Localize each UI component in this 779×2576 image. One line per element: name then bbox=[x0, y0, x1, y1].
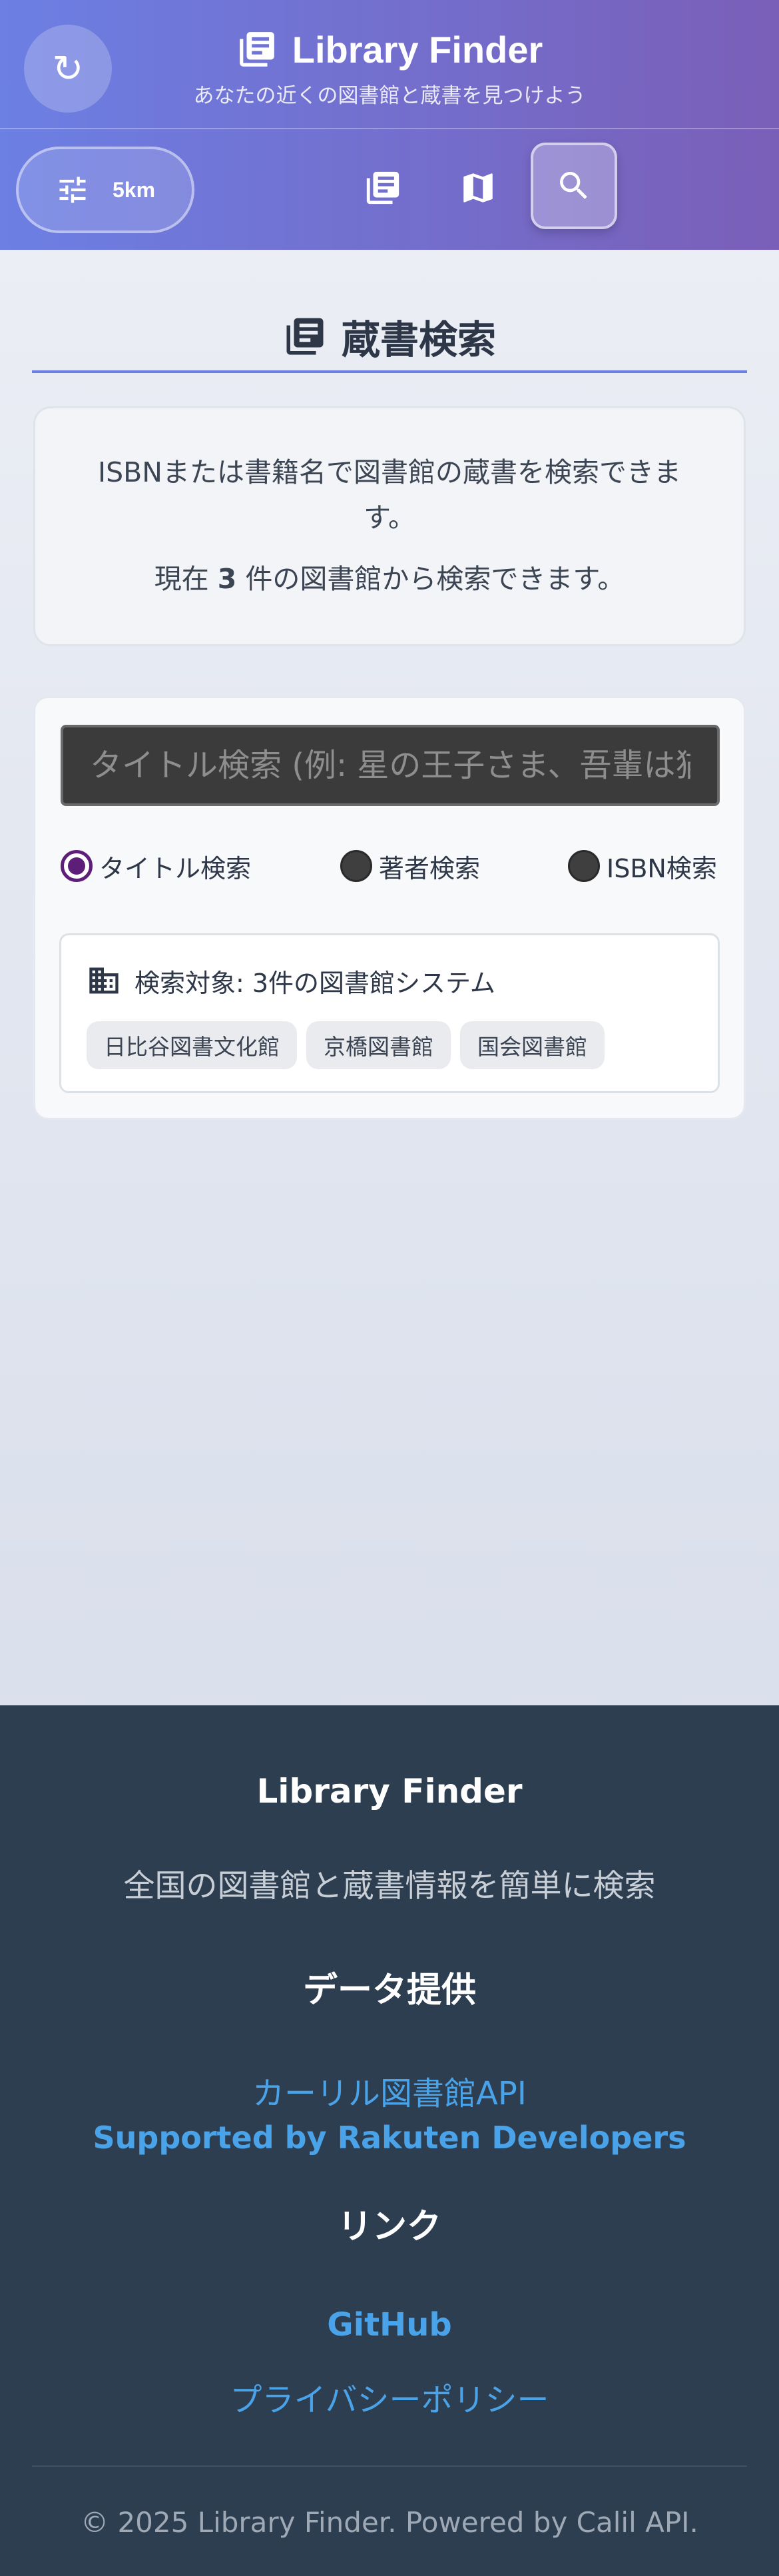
radio-button[interactable] bbox=[340, 850, 372, 882]
library-chip-list: 日比谷図書文化館 京橋図書館 国会図書館 bbox=[87, 1021, 605, 1069]
search-target-label: 検索対象: 3件の図書館システム bbox=[134, 968, 495, 998]
radio-title-search[interactable]: タイトル検索 bbox=[61, 846, 251, 886]
radio-label: タイトル検索 bbox=[99, 853, 252, 883]
info-count-text: 現在 3 件の図書館から検索できます。 bbox=[75, 556, 704, 602]
library-count: 3 bbox=[217, 563, 237, 595]
radio-author-search[interactable]: 著者検索 bbox=[340, 846, 480, 886]
book-stack-icon bbox=[286, 318, 324, 355]
library-icon bbox=[366, 171, 399, 205]
book-stack-icon bbox=[239, 32, 274, 67]
footer-data-heading: データ提供 bbox=[302, 1970, 476, 2010]
section-divider bbox=[32, 370, 747, 373]
radio-label: ISBN検索 bbox=[607, 853, 717, 883]
range-label: 5km bbox=[112, 177, 156, 202]
footer-description: 全国の図書館と蔵書情報を簡単に検索 bbox=[123, 1868, 656, 1905]
library-chip[interactable]: 京橋図書館 bbox=[306, 1021, 451, 1069]
search-target-box: 検索対象: 3件の図書館システム 日比谷図書文化館 京橋図書館 国会図書館 bbox=[59, 933, 720, 1093]
search-input[interactable] bbox=[61, 725, 720, 806]
rakuten-link[interactable]: Supported by Rakuten Developers bbox=[0, 2120, 779, 2156]
search-type-radio-group: タイトル検索 著者検索 ISBN検索 bbox=[61, 846, 726, 886]
privacy-policy-link[interactable]: プライバシーポリシー bbox=[0, 2373, 779, 2420]
footer-title: Library Finder bbox=[256, 1772, 523, 1811]
sliders-icon bbox=[59, 177, 86, 203]
search-target-header: 検索対象: 3件の図書館システム bbox=[87, 961, 495, 1001]
github-link[interactable]: GitHub bbox=[0, 2306, 779, 2344]
map-icon bbox=[463, 173, 493, 203]
section-title-text: 蔵書検索 bbox=[341, 317, 496, 362]
footer-links-heading: リンク bbox=[337, 2207, 441, 2247]
range-filter-button[interactable]: 5km bbox=[16, 147, 194, 233]
calil-api-link[interactable]: カーリル図書館API bbox=[0, 2067, 779, 2114]
info-suffix: 件の図書館から検索できます。 bbox=[236, 563, 625, 595]
library-chip[interactable]: 日比谷図書文化館 bbox=[87, 1021, 297, 1069]
app-subtitle: あなたの近くの図書館と蔵書を見つけよう bbox=[193, 84, 586, 108]
library-chip[interactable]: 国会図書館 bbox=[460, 1021, 605, 1069]
building-icon bbox=[89, 967, 119, 994]
brand: Library Finder bbox=[0, 23, 779, 76]
app-header: ↻ Library Finder あなたの近くの図書館と蔵書を見つけよう 5km bbox=[0, 0, 779, 250]
toolbar: 5km bbox=[0, 129, 779, 250]
map-view-button[interactable] bbox=[445, 155, 511, 221]
section-title: 蔵書検索 bbox=[32, 300, 747, 373]
radio-isbn-search[interactable]: ISBN検索 bbox=[568, 846, 717, 886]
radio-label: 著者検索 bbox=[379, 853, 481, 883]
header-top: ↻ Library Finder あなたの近くの図書館と蔵書を見つけよう bbox=[0, 0, 779, 128]
search-tab-button[interactable] bbox=[531, 143, 617, 229]
radio-button-checked[interactable] bbox=[61, 850, 93, 882]
search-card: タイトル検索 著者検索 ISBN検索 検索対象: 3件の図書館システム 日比谷図… bbox=[33, 696, 746, 1120]
footer: Library Finder 全国の図書館と蔵書情報を簡単に検索 データ提供 カ… bbox=[0, 1705, 779, 2576]
app-title: Library Finder bbox=[292, 28, 543, 71]
info-card: ISBNまたは書籍名で図書館の蔵書を検索できます。 現在 3 件の図書館から検索… bbox=[33, 406, 746, 646]
search-icon bbox=[560, 172, 587, 199]
library-list-button[interactable] bbox=[350, 155, 416, 221]
footer-divider bbox=[32, 2465, 747, 2467]
info-prefix: 現在 bbox=[154, 563, 218, 595]
copyright: © 2025 Library Finder. Powered by Calil … bbox=[81, 2506, 698, 2539]
radio-button[interactable] bbox=[568, 850, 600, 882]
info-text: ISBNまたは書籍名で図書館の蔵書を検索できます。 bbox=[98, 456, 681, 534]
